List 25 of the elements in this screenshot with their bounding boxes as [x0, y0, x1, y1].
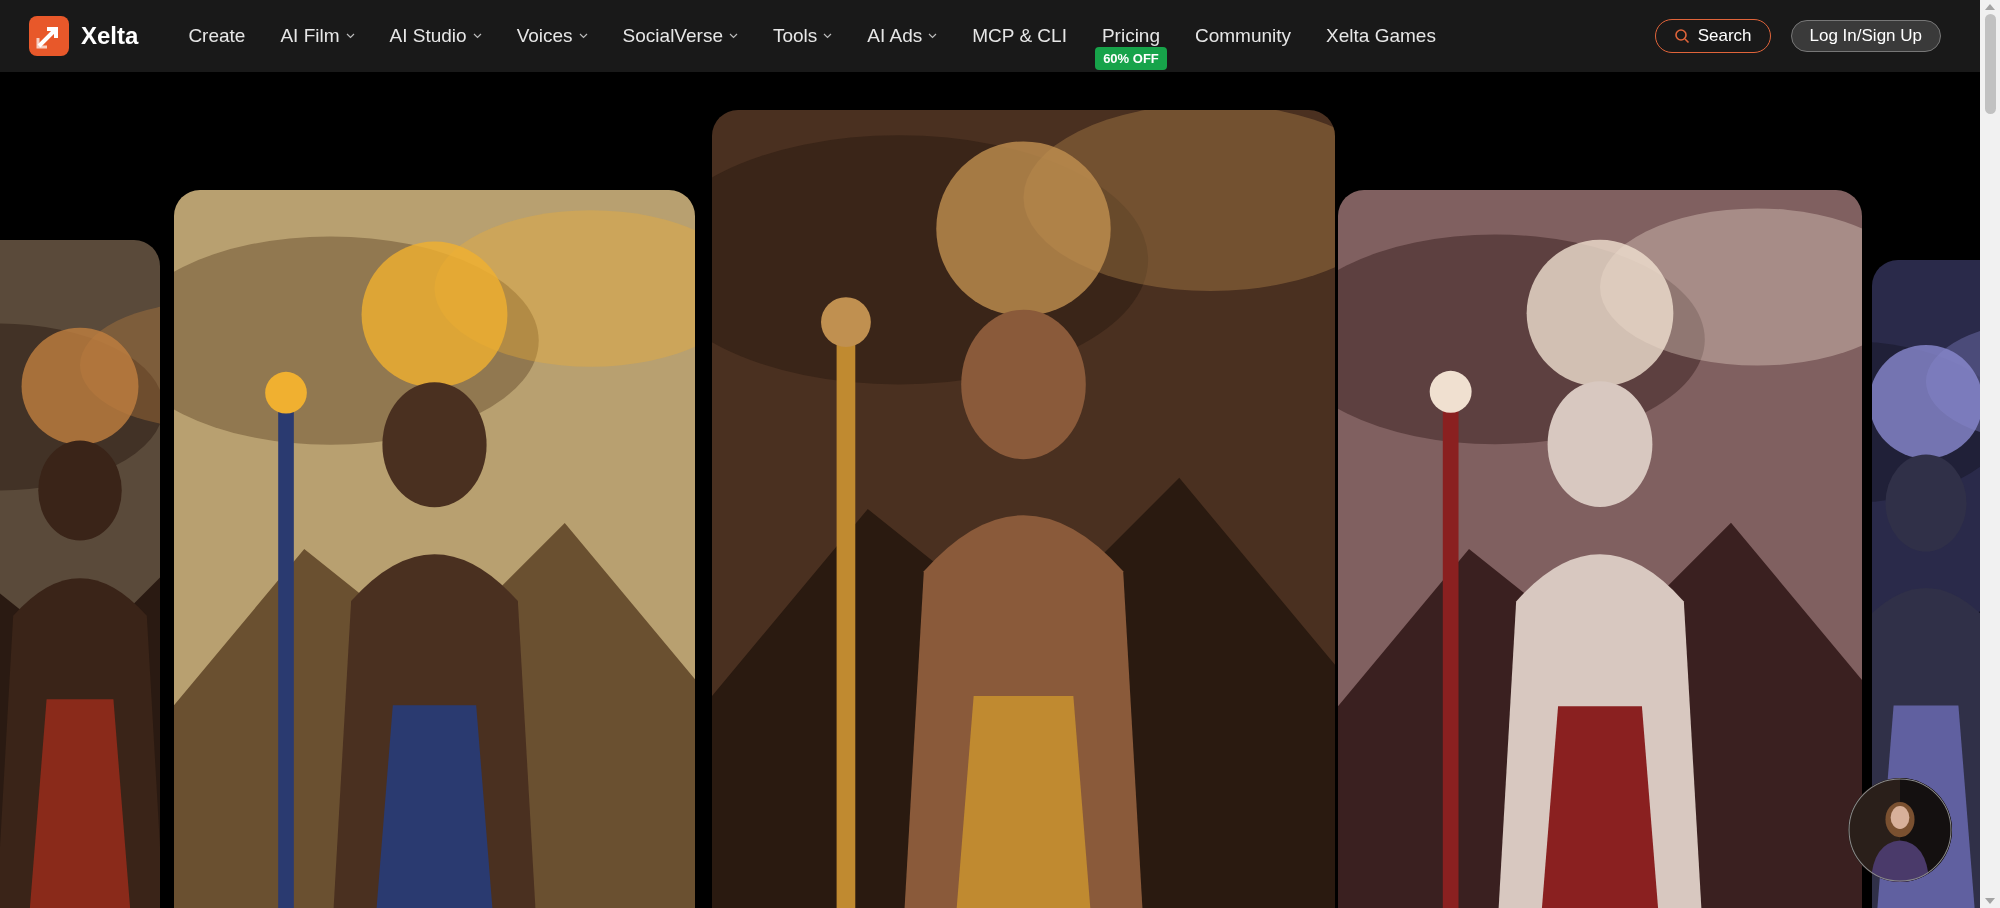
nav-link[interactable]: SocialVerse — [622, 21, 738, 51]
scroll-up-arrow-icon[interactable] — [1985, 4, 1995, 10]
chevron-down-icon — [728, 33, 738, 39]
scroll-down-arrow-icon[interactable] — [1985, 898, 1995, 904]
nav-link[interactable]: AI Ads — [867, 21, 938, 51]
nav-link[interactable]: MCP & CLI — [972, 21, 1067, 51]
scrollbar-thumb[interactable] — [1984, 14, 1996, 114]
login-button[interactable]: Log In/Sign Up — [1790, 20, 1941, 52]
chevron-down-icon — [928, 33, 938, 39]
nav-link[interactable]: Voices — [516, 21, 588, 51]
discount-badge: 60% OFF — [1095, 46, 1167, 71]
chevron-down-icon — [472, 33, 482, 39]
nav-link[interactable]: Community — [1195, 21, 1292, 51]
search-icon — [1673, 28, 1690, 44]
brand-name: Xelta — [81, 21, 139, 51]
scrollbar[interactable] — [1980, 0, 2000, 908]
nav-link[interactable]: AI Studio — [389, 21, 482, 51]
nav-link[interactable]: AI Film — [280, 21, 355, 51]
chevron-down-icon — [578, 33, 588, 39]
nav-link[interactable]: Tools — [772, 21, 833, 51]
chevron-down-icon — [345, 33, 355, 39]
nav-link[interactable]: Xelta Games — [1326, 21, 1436, 51]
logo-icon — [29, 16, 69, 56]
nav-link[interactable]: Create — [188, 21, 246, 51]
chevron-down-icon — [823, 33, 833, 39]
